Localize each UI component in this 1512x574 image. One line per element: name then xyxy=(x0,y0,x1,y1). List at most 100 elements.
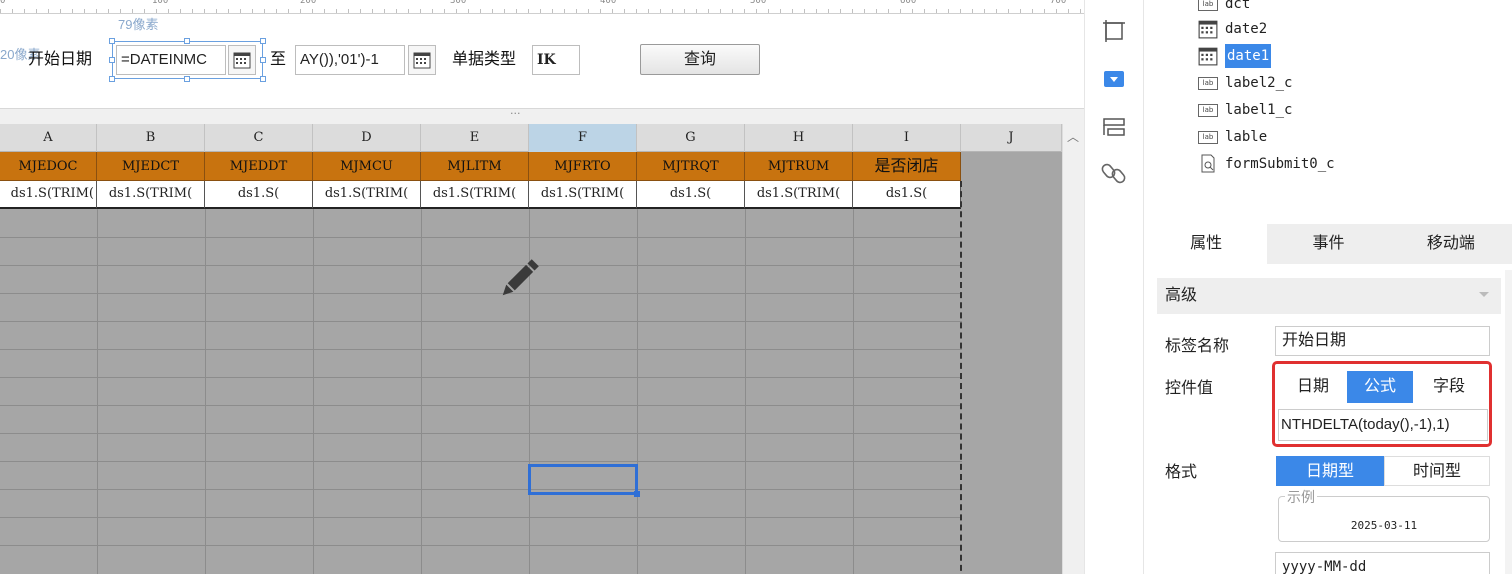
data-cell-h[interactable]: ds1.S(TRIM( xyxy=(745,181,853,209)
format-time-type[interactable]: 时间型 xyxy=(1384,456,1490,486)
resize-handle[interactable] xyxy=(184,38,190,44)
header-cell-d[interactable]: MJMCU xyxy=(313,152,421,181)
grid-line xyxy=(0,433,962,434)
ruler-mark: 500 xyxy=(750,0,767,6)
scroll-up-icon[interactable]: ︿ xyxy=(1067,128,1079,145)
column-header-g[interactable]: G xyxy=(637,124,745,152)
format-date-type[interactable]: 日期型 xyxy=(1276,456,1384,486)
link-icon[interactable] xyxy=(1101,160,1127,186)
header-cell-g[interactable]: MJTRQT xyxy=(637,152,745,181)
column-header-e[interactable]: E xyxy=(421,124,529,152)
start-date-calendar-icon[interactable] xyxy=(228,45,256,75)
header-cell-e[interactable]: MJLITM xyxy=(421,152,529,181)
header-cell-c[interactable]: MJEDDT xyxy=(205,152,313,181)
grid-line xyxy=(0,405,962,406)
panel-scrollbar[interactable] xyxy=(1505,270,1512,574)
tree-item-label2-c[interactable]: lab label2_c xyxy=(1197,71,1292,95)
search-document-icon xyxy=(1197,154,1219,173)
data-cell-a[interactable]: ds1.S(TRIM( xyxy=(0,181,97,209)
report-grid[interactable]: A B C D E F G H I J MJEDOC MJEDCT MJEDDT… xyxy=(0,124,1084,574)
ruler-mark: 600 xyxy=(900,0,917,6)
data-cell-d[interactable]: ds1.S(TRIM( xyxy=(313,181,421,209)
tree-item-label1-c[interactable]: lab label1_c xyxy=(1197,98,1292,122)
column-header-i[interactable]: I xyxy=(853,124,961,152)
data-cell-b[interactable]: ds1.S(TRIM( xyxy=(97,181,205,209)
header-cell-h[interactable]: MJTRUM xyxy=(745,152,853,181)
resize-handle[interactable] xyxy=(109,38,115,44)
resize-handle[interactable] xyxy=(109,57,115,63)
ruler-mark: 400 xyxy=(600,0,617,6)
value-mode-date[interactable]: 日期 xyxy=(1281,371,1345,403)
column-header-a[interactable]: A xyxy=(0,124,97,152)
column-header-c[interactable]: C xyxy=(205,124,313,152)
example-value: 2025-03-11 xyxy=(1350,519,1418,532)
grid-vertical-scrollbar[interactable]: ︿ xyxy=(1062,124,1084,574)
grid-line xyxy=(0,349,962,350)
header-cell-i[interactable]: 是否闭店 xyxy=(853,152,961,181)
column-header-h[interactable]: H xyxy=(745,124,853,152)
ruler-mark: 200 xyxy=(300,0,317,6)
page-boundary-line xyxy=(960,181,962,574)
layout-icon[interactable] xyxy=(1101,114,1127,140)
tab-mobile[interactable]: 移动端 xyxy=(1390,224,1512,264)
tree-item-label: date2 xyxy=(1225,21,1268,37)
format-label: 格式 xyxy=(1165,464,1198,481)
end-date-input[interactable]: AY()),'01')-1 xyxy=(295,45,405,75)
column-header-j[interactable]: J xyxy=(961,124,1062,152)
formula-input[interactable]: NTHDELTA(today(),-1),1) xyxy=(1278,409,1488,441)
tree-item-label: label2_c xyxy=(1225,75,1293,91)
grid-line xyxy=(529,152,530,574)
dropdown-widget-icon[interactable] xyxy=(1101,66,1127,92)
data-cell-i[interactable]: ds1.S( xyxy=(853,181,961,209)
resize-handle[interactable] xyxy=(184,76,190,82)
calendar-icon xyxy=(1197,47,1219,66)
data-cell-c[interactable]: ds1.S( xyxy=(205,181,313,209)
form-design-area[interactable]: 0 100 200 300 400 500 600 700 79像素 20像素 … xyxy=(0,0,1084,108)
tab-events[interactable]: 事件 xyxy=(1267,224,1389,264)
frame-icon[interactable] xyxy=(1101,18,1127,44)
resize-handle[interactable] xyxy=(260,57,266,63)
tab-properties[interactable]: 属性 xyxy=(1145,224,1268,264)
grid-line xyxy=(205,152,206,574)
pencil-icon xyxy=(502,259,539,296)
format-pattern-input[interactable]: yyyy-MM-dd xyxy=(1275,552,1490,574)
header-cell-b[interactable]: MJEDCT xyxy=(97,152,205,181)
label-widget-icon: lab xyxy=(1198,103,1218,117)
resize-handle[interactable] xyxy=(260,76,266,82)
resize-handle[interactable] xyxy=(109,76,115,82)
tree-item-date1[interactable]: date1 xyxy=(1197,44,1272,68)
grid-line xyxy=(0,461,962,462)
start-date-label[interactable]: 开始日期 xyxy=(28,45,92,75)
start-date-input[interactable]: =DATEINMC xyxy=(116,45,226,75)
selected-cell[interactable] xyxy=(528,464,640,497)
grid-line xyxy=(0,377,962,378)
chevron-down-icon[interactable] xyxy=(1479,292,1489,297)
doc-type-input[interactable]: IK xyxy=(532,45,580,75)
value-mode-formula[interactable]: 公式 xyxy=(1347,371,1413,403)
to-label: 至 xyxy=(270,51,287,68)
tree-item-lable[interactable]: lab lable xyxy=(1197,125,1267,149)
pane-splitter[interactable]: ··· xyxy=(0,107,1084,124)
side-toolbar xyxy=(1084,0,1144,574)
resize-handle[interactable] xyxy=(260,38,266,44)
data-cell-g[interactable]: ds1.S( xyxy=(637,181,745,209)
column-header-b[interactable]: B xyxy=(97,124,205,152)
label-name-input[interactable]: 开始日期 xyxy=(1275,326,1490,356)
header-cell-a[interactable]: MJEDOC xyxy=(0,152,97,181)
column-header-d[interactable]: D xyxy=(313,124,421,152)
fill-handle[interactable] xyxy=(634,491,640,497)
value-mode-field[interactable]: 字段 xyxy=(1415,371,1483,403)
data-cell-f[interactable]: ds1.S(TRIM( xyxy=(529,181,637,209)
advanced-section-header[interactable]: 高级 xyxy=(1157,278,1501,314)
tree-item-formsubmit0-c[interactable]: formSubmit0_c xyxy=(1197,152,1335,176)
data-cell-e[interactable]: ds1.S(TRIM( xyxy=(421,181,529,209)
tree-item-label: formSubmit0_c xyxy=(1225,156,1335,172)
header-cell-f[interactable]: MJFRTO xyxy=(529,152,637,181)
column-header-f[interactable]: F xyxy=(529,124,637,152)
grid-line xyxy=(745,152,746,574)
end-date-calendar-icon[interactable] xyxy=(408,45,436,75)
tree-item-date2[interactable]: date2 xyxy=(1197,17,1267,41)
query-button[interactable]: 查询 xyxy=(640,44,760,75)
top-offset-indicator: 79像素 xyxy=(118,17,159,32)
tree-item-dct[interactable]: lab dct xyxy=(1197,0,1250,16)
